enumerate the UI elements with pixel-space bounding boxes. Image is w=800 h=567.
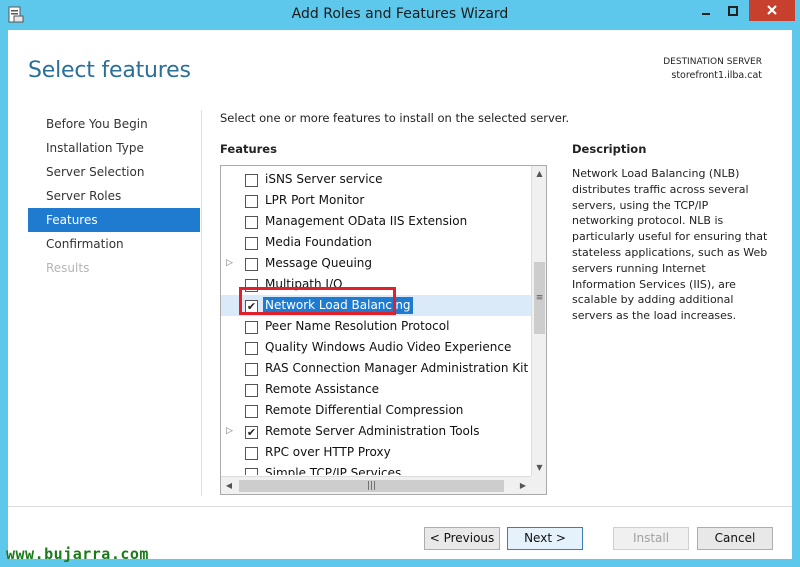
expand-arrow-icon[interactable]: ▷ xyxy=(226,253,236,274)
features-tree[interactable]: iSNS Server service LPR Port Monitor Man… xyxy=(220,165,547,495)
feature-checkbox[interactable] xyxy=(245,174,258,187)
feature-row[interactable]: RPC over HTTP Proxy xyxy=(221,442,531,463)
feature-checkbox[interactable] xyxy=(245,258,258,271)
vertical-scroll-thumb[interactable]: ≡ xyxy=(534,262,545,334)
watermark-text: www.bujarra.com xyxy=(6,545,149,563)
nav-item-installation-type[interactable]: Installation Type xyxy=(28,136,200,160)
nav-item-confirmation[interactable]: Confirmation xyxy=(28,232,200,256)
feature-checkbox-checked[interactable]: ✔ xyxy=(245,300,258,313)
feature-label: iSNS Server service xyxy=(265,172,383,186)
feature-label: Peer Name Resolution Protocol xyxy=(265,319,450,333)
feature-label: Media Foundation xyxy=(265,235,372,249)
feature-label: LPR Port Monitor xyxy=(265,193,365,207)
feature-checkbox[interactable] xyxy=(245,342,258,355)
feature-checkbox[interactable] xyxy=(245,237,258,250)
feature-label: Quality Windows Audio Video Experience xyxy=(265,340,512,354)
feature-row[interactable]: LPR Port Monitor xyxy=(221,190,531,211)
nav-item-before-you-begin[interactable]: Before You Begin xyxy=(28,112,200,136)
feature-row[interactable]: Remote Assistance xyxy=(221,379,531,400)
feature-row[interactable]: Simple TCP/IP Services xyxy=(221,463,531,475)
feature-checkbox[interactable] xyxy=(245,216,258,229)
feature-label: Message Queuing xyxy=(265,256,373,270)
minimize-button[interactable] xyxy=(693,0,719,21)
footer-divider xyxy=(8,506,792,507)
maximize-button[interactable] xyxy=(720,0,746,21)
feature-label: Remote Differential Compression xyxy=(265,403,464,417)
maximize-icon xyxy=(728,1,738,20)
feature-row[interactable]: Multipath I/O xyxy=(221,274,531,295)
scroll-down-icon[interactable]: ▼ xyxy=(532,460,546,476)
scroll-up-icon[interactable]: ▲ xyxy=(532,166,546,182)
scroll-right-icon[interactable]: ▶ xyxy=(515,477,531,494)
feature-label: RAS Connection Manager Administration Ki… xyxy=(265,361,531,375)
instruction-text: Select one or more features to install o… xyxy=(220,111,570,125)
feature-label: Management OData IIS Extension xyxy=(265,214,468,228)
feature-checkbox[interactable] xyxy=(245,468,258,475)
scrollbar-corner xyxy=(531,476,546,494)
wizard-window: Add Roles and Features Wizard Select fea… xyxy=(0,0,800,567)
description-text: Network Load Balancing (NLB) distributes… xyxy=(572,167,768,323)
destination-server-value: storefront1.ilba.cat xyxy=(671,70,762,81)
feature-checkbox[interactable] xyxy=(245,195,258,208)
horizontal-scrollbar[interactable]: ◀ ||| ▶ xyxy=(221,476,531,494)
nav-item-features[interactable]: Features xyxy=(28,208,200,232)
nav-item-server-roles[interactable]: Server Roles xyxy=(28,184,200,208)
page-title: Select features xyxy=(28,58,191,83)
feature-label: Simple TCP/IP Services xyxy=(265,466,402,475)
title-bar[interactable]: Add Roles and Features Wizard xyxy=(0,0,800,30)
feature-checkbox[interactable] xyxy=(245,405,258,418)
destination-server-label: DESTINATION SERVER xyxy=(663,57,762,67)
close-icon xyxy=(766,1,778,20)
feature-row-selected[interactable]: ✔ Network Load Balancing xyxy=(221,295,531,316)
description-heading: Description xyxy=(572,142,647,156)
feature-row[interactable]: Quality Windows Audio Video Experience xyxy=(221,337,531,358)
feature-checkbox[interactable] xyxy=(245,321,258,334)
nav-item-results: Results xyxy=(46,261,90,275)
feature-label: Remote Server Administration Tools xyxy=(265,424,480,438)
scroll-left-icon[interactable]: ◀ xyxy=(221,477,237,494)
feature-checkbox[interactable] xyxy=(245,279,258,292)
feature-checkbox[interactable] xyxy=(245,447,258,460)
feature-row[interactable]: ▷ ✔ Remote Server Administration Tools xyxy=(221,421,531,442)
wizard-content: Select features DESTINATION SERVER store… xyxy=(8,30,792,559)
feature-row[interactable]: Peer Name Resolution Protocol xyxy=(221,316,531,337)
feature-checkbox-checked[interactable]: ✔ xyxy=(245,426,258,439)
features-rows: iSNS Server service LPR Port Monitor Man… xyxy=(221,169,531,475)
feature-row[interactable]: Remote Differential Compression xyxy=(221,400,531,421)
feature-checkbox[interactable] xyxy=(245,363,258,376)
previous-button[interactable]: < Previous xyxy=(424,527,500,550)
horizontal-scroll-thumb[interactable]: ||| xyxy=(239,480,504,492)
feature-row[interactable]: Management OData IIS Extension xyxy=(221,211,531,232)
close-button[interactable] xyxy=(749,0,795,21)
window-title: Add Roles and Features Wizard xyxy=(291,6,509,22)
feature-label: Remote Assistance xyxy=(265,382,380,396)
features-heading: Features xyxy=(220,142,277,156)
feature-row[interactable]: iSNS Server service xyxy=(221,169,531,190)
install-button: Install xyxy=(613,527,689,550)
cancel-button[interactable]: Cancel xyxy=(697,527,773,550)
feature-label: Network Load Balancing xyxy=(263,297,413,314)
next-button[interactable]: Next > xyxy=(507,527,583,550)
minimize-icon xyxy=(701,1,711,20)
vertical-scrollbar[interactable]: ▲ ≡ ▼ xyxy=(531,166,546,476)
feature-row[interactable]: RAS Connection Manager Administration Ki… xyxy=(221,358,531,379)
feature-label: Multipath I/O xyxy=(265,277,343,291)
wizard-nav: Before You Begin Installation Type Serve… xyxy=(28,112,200,280)
feature-checkbox[interactable] xyxy=(245,384,258,397)
nav-item-server-selection[interactable]: Server Selection xyxy=(28,160,200,184)
feature-row[interactable]: ▷ Message Queuing xyxy=(221,253,531,274)
feature-row[interactable]: Media Foundation xyxy=(221,232,531,253)
expand-arrow-icon[interactable]: ▷ xyxy=(226,421,236,442)
nav-divider xyxy=(201,110,202,496)
feature-label: RPC over HTTP Proxy xyxy=(265,445,391,459)
